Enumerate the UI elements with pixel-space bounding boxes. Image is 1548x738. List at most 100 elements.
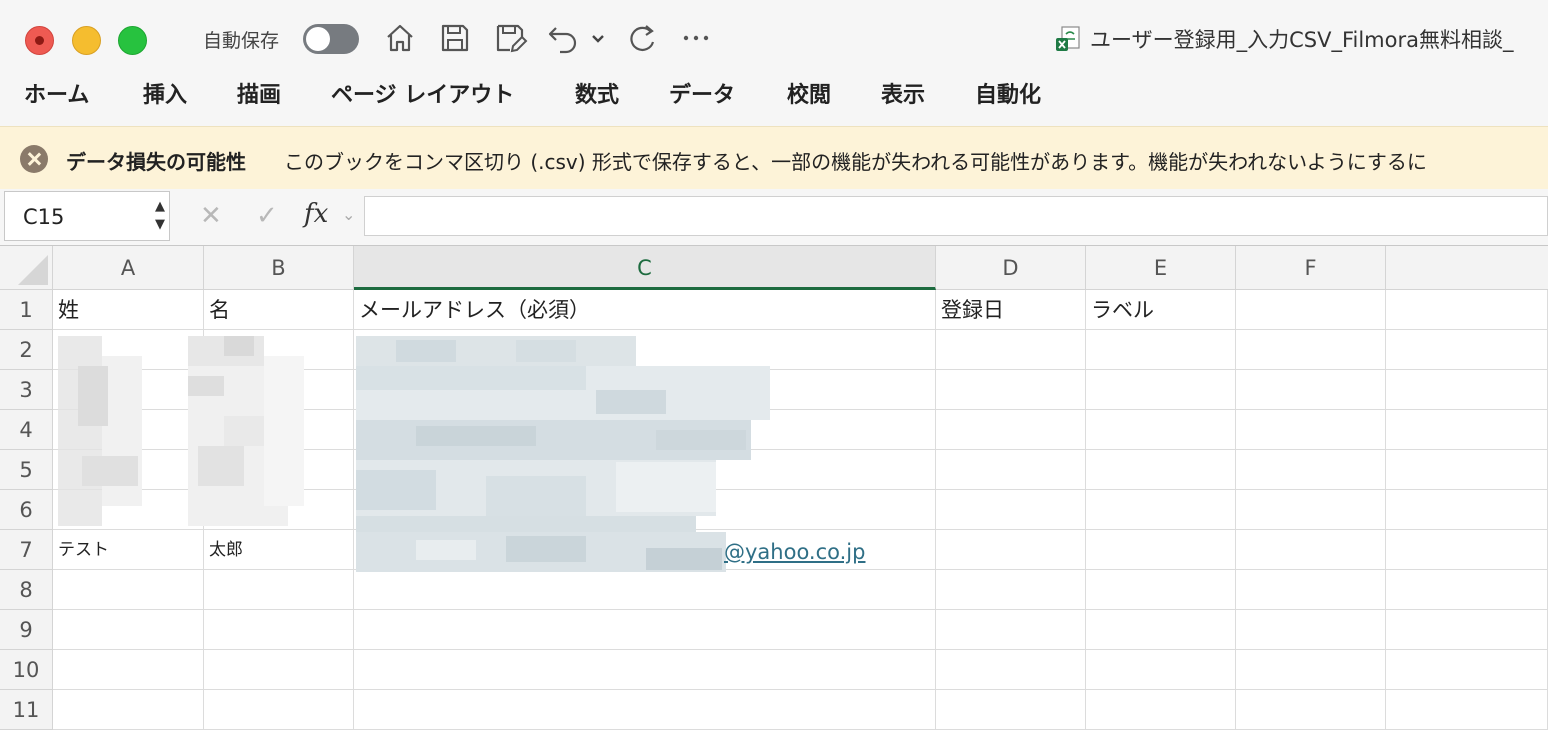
cell-b11[interactable] (204, 690, 354, 730)
name-box[interactable]: C15 ▲ ▼ (4, 191, 170, 241)
cell-b9[interactable] (204, 610, 354, 650)
column-header-e[interactable]: E (1086, 246, 1236, 290)
cell-a1[interactable]: 姓 (53, 290, 204, 330)
column-header-a[interactable]: A (53, 246, 204, 290)
cell-f7[interactable] (1236, 530, 1386, 570)
tab-automate[interactable]: 自動化 (975, 77, 1041, 109)
confirm-entry-icon[interactable]: ✓ (256, 201, 278, 231)
column-header-g-partial[interactable] (1386, 246, 1548, 290)
row-header-7[interactable]: 7 (0, 530, 53, 570)
cell-a9[interactable] (53, 610, 204, 650)
column-header-d[interactable]: D (936, 246, 1086, 290)
autosave-toggle[interactable] (303, 24, 359, 54)
cell-d1[interactable]: 登録日 (936, 290, 1086, 330)
cell-d7[interactable] (936, 530, 1086, 570)
cell-g10[interactable] (1386, 650, 1548, 690)
row-header-3[interactable]: 3 (0, 370, 53, 410)
cell-f2[interactable] (1236, 330, 1386, 370)
tab-insert[interactable]: 挿入 (143, 77, 187, 109)
tab-draw[interactable]: 描画 (237, 77, 281, 109)
cell-d3[interactable] (936, 370, 1086, 410)
cell-g4[interactable] (1386, 410, 1548, 450)
cell-e10[interactable] (1086, 650, 1236, 690)
cell-g9[interactable] (1386, 610, 1548, 650)
tab-view[interactable]: 表示 (881, 77, 925, 109)
cell-g2[interactable] (1386, 330, 1548, 370)
cell-d5[interactable] (936, 450, 1086, 490)
redo-icon[interactable] (624, 20, 660, 56)
cell-f8[interactable] (1236, 570, 1386, 610)
cell-f6[interactable] (1236, 490, 1386, 530)
row-header-6[interactable]: 6 (0, 490, 53, 530)
cell-d6[interactable] (936, 490, 1086, 530)
name-box-stepper-icon[interactable]: ▲ ▼ (155, 198, 165, 234)
row-header-10[interactable]: 10 (0, 650, 53, 690)
cell-d10[interactable] (936, 650, 1086, 690)
cell-a10[interactable] (53, 650, 204, 690)
row-header-2[interactable]: 2 (0, 330, 53, 370)
insert-function-icon[interactable]: fx (304, 199, 328, 229)
cell-e9[interactable] (1086, 610, 1236, 650)
home-icon[interactable] (382, 20, 418, 56)
cell-b8[interactable] (204, 570, 354, 610)
cell-c8[interactable] (354, 570, 936, 610)
cell-f9[interactable] (1236, 610, 1386, 650)
cell-e5[interactable] (1086, 450, 1236, 490)
cell-g8[interactable] (1386, 570, 1548, 610)
select-all-corner[interactable] (0, 246, 53, 290)
cell-a11[interactable] (53, 690, 204, 730)
cell-e4[interactable] (1086, 410, 1236, 450)
zoom-window-button[interactable] (118, 26, 147, 55)
cell-f3[interactable] (1236, 370, 1386, 410)
undo-icon[interactable] (546, 20, 582, 56)
tab-formulas[interactable]: 数式 (575, 77, 619, 109)
cell-c9[interactable] (354, 610, 936, 650)
cell-d8[interactable] (936, 570, 1086, 610)
row-header-8[interactable]: 8 (0, 570, 53, 610)
cell-d9[interactable] (936, 610, 1086, 650)
cell-d2[interactable] (936, 330, 1086, 370)
cell-b10[interactable] (204, 650, 354, 690)
cell-b1[interactable]: 名 (204, 290, 354, 330)
fx-chevron-down-icon[interactable]: ⌄ (342, 205, 355, 224)
cell-c10[interactable] (354, 650, 936, 690)
dismiss-warning-icon[interactable] (20, 145, 48, 173)
cell-g1[interactable] (1386, 290, 1548, 330)
cell-e11[interactable] (1086, 690, 1236, 730)
cell-e3[interactable] (1086, 370, 1236, 410)
row-header-1[interactable]: 1 (0, 290, 53, 330)
cell-f10[interactable] (1236, 650, 1386, 690)
tab-review[interactable]: 校閲 (787, 77, 831, 109)
cell-f1[interactable] (1236, 290, 1386, 330)
cell-e2[interactable] (1086, 330, 1236, 370)
cell-f5[interactable] (1236, 450, 1386, 490)
save-as-icon[interactable] (492, 20, 528, 56)
cell-g7[interactable] (1386, 530, 1548, 570)
cell-g5[interactable] (1386, 450, 1548, 490)
cell-b7[interactable]: 太郎 (204, 530, 354, 570)
cell-g11[interactable] (1386, 690, 1548, 730)
tab-home[interactable]: ホーム (24, 77, 89, 109)
email-link-suffix[interactable]: @yahoo.co.jp (724, 540, 865, 564)
cell-f4[interactable] (1236, 410, 1386, 450)
column-header-c[interactable]: C (354, 246, 936, 290)
row-header-5[interactable]: 5 (0, 450, 53, 490)
undo-dropdown-chevron-icon[interactable] (586, 20, 610, 56)
tab-page-layout[interactable]: ページ レイアウト (331, 77, 514, 109)
column-header-f[interactable]: F (1236, 246, 1386, 290)
cell-a7[interactable]: テスト (53, 530, 204, 570)
cell-g6[interactable] (1386, 490, 1548, 530)
column-header-b[interactable]: B (204, 246, 354, 290)
row-header-9[interactable]: 9 (0, 610, 53, 650)
cell-c1[interactable]: メールアドレス（必須） (354, 290, 936, 330)
tab-data[interactable]: データ (669, 77, 735, 109)
cell-d4[interactable] (936, 410, 1086, 450)
cell-e6[interactable] (1086, 490, 1236, 530)
cell-e8[interactable] (1086, 570, 1236, 610)
cell-f11[interactable] (1236, 690, 1386, 730)
formula-input[interactable] (364, 196, 1548, 236)
row-header-4[interactable]: 4 (0, 410, 53, 450)
cancel-entry-icon[interactable]: ✕ (200, 201, 222, 231)
save-icon[interactable] (437, 20, 473, 56)
close-window-button[interactable] (25, 26, 54, 55)
